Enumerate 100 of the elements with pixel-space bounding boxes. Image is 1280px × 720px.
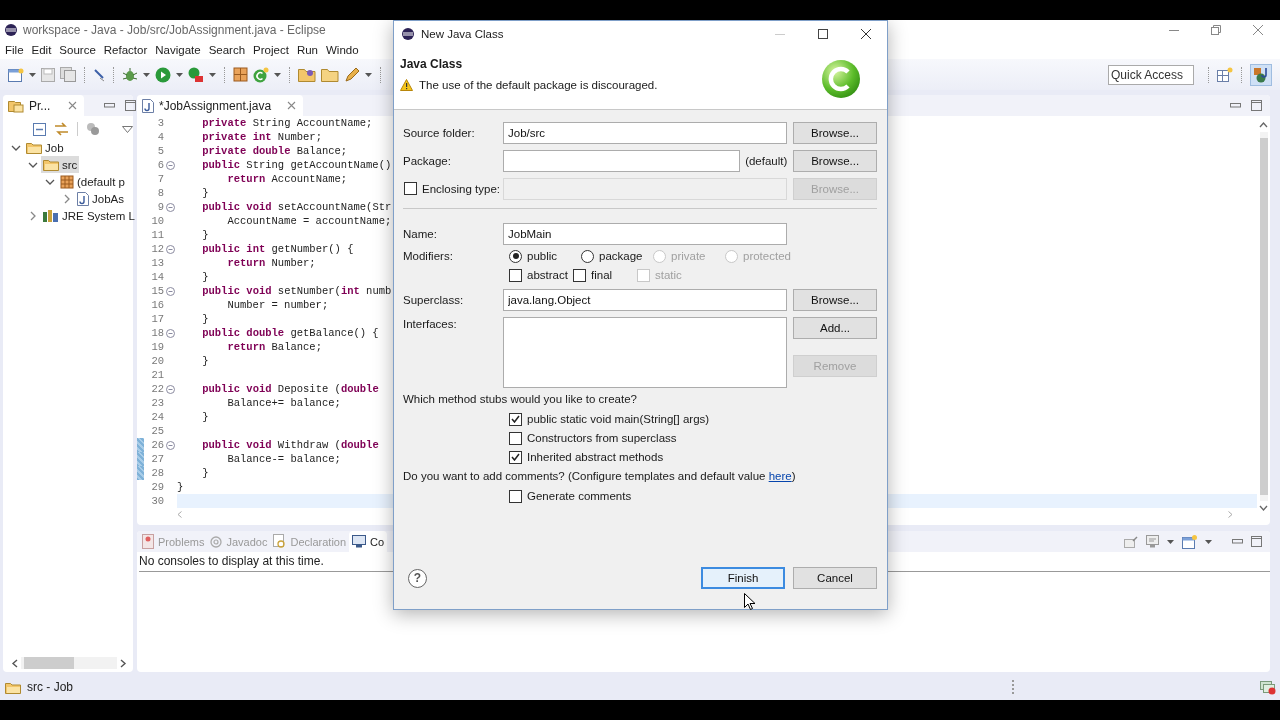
button[interactable]: Cancel xyxy=(793,567,877,589)
menu-item[interactable]: Navigate xyxy=(151,43,205,56)
checkbox[interactable]: public static void main(String[] args) xyxy=(509,412,710,426)
save-icon[interactable] xyxy=(41,67,55,82)
checkbox[interactable]: Enclosing type: xyxy=(404,182,500,195)
menu-item[interactable]: Source xyxy=(55,43,100,56)
text-field[interactable]: JobMain xyxy=(503,223,787,245)
scroll-left-icon[interactable] xyxy=(11,658,18,668)
menu-item[interactable]: Project xyxy=(249,43,293,56)
caret-icon[interactable] xyxy=(1167,539,1174,544)
fold-marker-icon[interactable] xyxy=(166,244,175,254)
chevron-right-icon[interactable] xyxy=(28,210,38,221)
run-icon[interactable] xyxy=(155,66,171,83)
line-number: 11 xyxy=(150,228,164,242)
button[interactable]: Browse... xyxy=(793,289,877,311)
editor-tab[interactable]: *JobAssignment.java xyxy=(137,95,304,116)
tree-item[interactable]: Job xyxy=(24,139,66,156)
caret-icon[interactable] xyxy=(143,72,150,77)
menu-item[interactable]: Edit xyxy=(27,43,56,56)
fold-marker-icon[interactable] xyxy=(166,160,175,170)
text-field[interactable]: java.lang.Object xyxy=(503,289,787,311)
scroll-down-icon[interactable] xyxy=(1259,505,1268,511)
window-title: workspace - Java - Job/src/JobAssignment.java - Eclipse xyxy=(23,23,326,37)
radio-button[interactable]: public xyxy=(509,249,581,263)
warning-icon xyxy=(400,79,413,91)
save-all-icon[interactable] xyxy=(60,67,76,82)
menu-item[interactable]: Refactor xyxy=(99,43,152,56)
checkbox[interactable]: final xyxy=(573,268,637,282)
interfaces-list[interactable] xyxy=(503,317,787,388)
chevron-right-icon[interactable] xyxy=(62,193,72,204)
pin-console-icon[interactable] xyxy=(1124,535,1138,548)
view-menu-icon[interactable] xyxy=(122,125,133,133)
restore-icon[interactable] xyxy=(1211,25,1221,35)
fold-marker-icon[interactable] xyxy=(166,440,175,450)
maximize-icon[interactable] xyxy=(818,29,828,39)
pencil-icon[interactable] xyxy=(344,66,360,83)
tree-item[interactable]: JobAs xyxy=(75,190,126,207)
fold-marker-icon[interactable] xyxy=(166,384,175,394)
button[interactable]: Add... xyxy=(793,317,877,339)
scrollbar-thumb[interactable] xyxy=(24,657,74,669)
button[interactable]: Finish xyxy=(701,567,785,589)
caret-icon[interactable] xyxy=(209,72,216,77)
radio-button[interactable]: package xyxy=(581,249,653,263)
collapse-all-icon[interactable] xyxy=(33,122,46,136)
quick-access-field[interactable]: Quick Access xyxy=(1108,64,1194,85)
scroll-up-icon[interactable] xyxy=(1259,122,1268,128)
tree-item[interactable]: JRE System L xyxy=(41,207,137,224)
pin-icon[interactable] xyxy=(93,67,105,82)
menu-item[interactable]: Windo xyxy=(322,43,363,56)
button[interactable]: Browse... xyxy=(793,122,877,144)
text-field[interactable] xyxy=(503,150,741,172)
new-class-icon[interactable] xyxy=(253,66,269,83)
minimize-icon[interactable] xyxy=(104,103,116,108)
line-number: 13 xyxy=(150,256,164,270)
help-button[interactable]: ? xyxy=(408,568,427,588)
package-icon[interactable] xyxy=(233,67,248,82)
scroll-right-icon[interactable] xyxy=(120,658,127,668)
checkmark-icon xyxy=(511,453,520,461)
open-folder-icon[interactable] xyxy=(298,67,316,82)
scrollbar-thumb[interactable] xyxy=(1259,138,1268,495)
progress-icon[interactable] xyxy=(1260,679,1276,695)
menu-item[interactable]: Run xyxy=(292,43,322,56)
button[interactable]: Browse... xyxy=(793,150,877,172)
fold-marker-icon[interactable] xyxy=(166,286,175,296)
bug-icon[interactable] xyxy=(122,66,138,83)
run-tool-icon[interactable] xyxy=(188,66,204,83)
caret-icon[interactable] xyxy=(365,72,372,77)
minimize-icon[interactable] xyxy=(1230,103,1241,108)
link-arrows-icon[interactable] xyxy=(54,122,69,136)
checkbox[interactable]: Constructors from superclass xyxy=(509,431,677,445)
new-console-icon[interactable] xyxy=(1182,534,1197,549)
tree-item[interactable]: src xyxy=(41,156,80,173)
folder-icon[interactable] xyxy=(321,67,339,82)
java-perspective-icon[interactable] xyxy=(1253,66,1269,83)
caret-icon[interactable] xyxy=(176,72,183,77)
filter-icon[interactable] xyxy=(86,122,100,136)
tree-item[interactable]: (default p xyxy=(58,173,127,190)
dialog-title: New Java Class xyxy=(421,28,505,40)
new-window-icon[interactable] xyxy=(8,67,24,82)
minimize-icon[interactable] xyxy=(1232,539,1243,544)
caret-icon[interactable] xyxy=(274,72,281,77)
checkbox[interactable]: Inherited abstract methods xyxy=(509,450,664,464)
caret-icon[interactable] xyxy=(1205,539,1212,544)
checkbox[interactable]: Generate comments xyxy=(509,489,632,503)
view-tab[interactable]: Pr... xyxy=(3,95,85,116)
view-tab[interactable]: Co xyxy=(349,531,388,552)
code-line: } xyxy=(201,186,209,200)
fold-marker-icon[interactable] xyxy=(166,328,175,338)
display-console-icon[interactable] xyxy=(1146,535,1159,548)
close-icon[interactable] xyxy=(861,29,871,39)
line-number: 12 xyxy=(150,242,164,256)
fold-marker-icon[interactable] xyxy=(166,202,175,212)
open-perspective-icon[interactable] xyxy=(1217,67,1233,82)
caret-icon[interactable] xyxy=(29,72,36,77)
menu-item[interactable]: File xyxy=(1,43,28,56)
menu-item[interactable]: Search xyxy=(204,43,250,56)
text-field[interactable]: Job/src xyxy=(503,122,787,144)
checkmark-icon xyxy=(511,415,520,423)
checkbox[interactable]: abstract xyxy=(509,268,573,282)
configure-link[interactable]: here xyxy=(768,470,792,482)
